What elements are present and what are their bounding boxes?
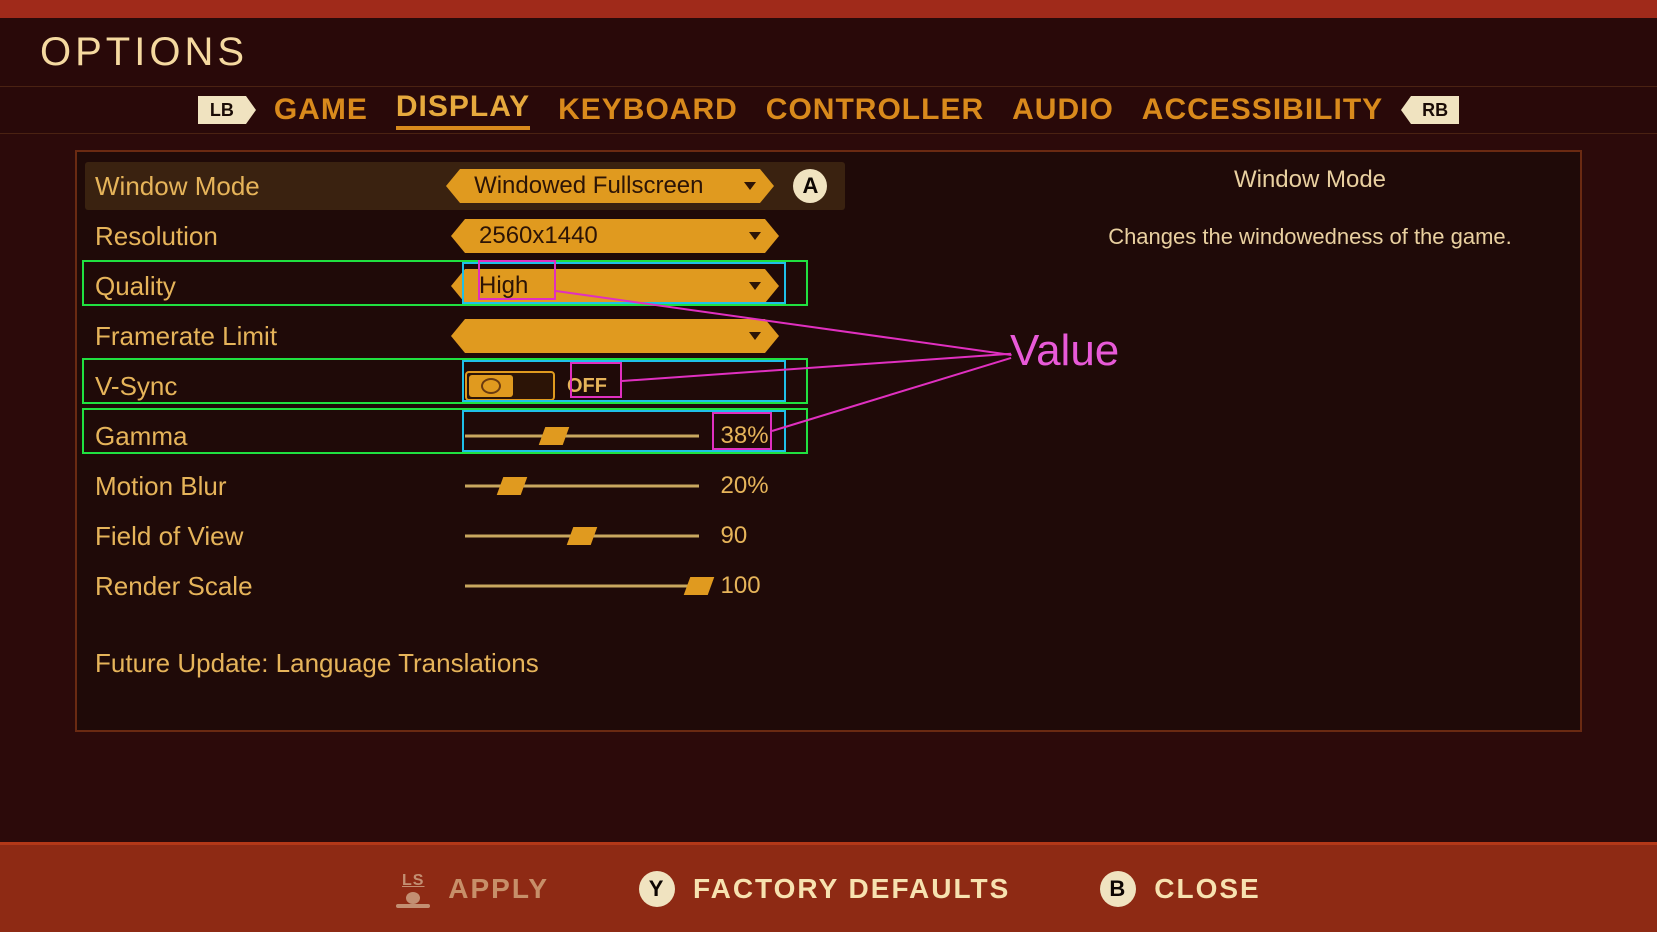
options-panel: Window Mode Windowed Fullscreen A Resolu… xyxy=(75,150,1582,732)
footer-defaults-label: FACTORY DEFAULTS xyxy=(693,873,1010,905)
chevron-down-icon xyxy=(749,282,761,290)
tab-keyboard[interactable]: KEYBOARD xyxy=(558,93,738,127)
tab-bar: LB GAME DISPLAY KEYBOARD CONTROLLER AUDI… xyxy=(0,86,1657,134)
label-motion-blur: Motion Blur xyxy=(95,471,465,502)
row-motion-blur[interactable]: Motion Blur 20% xyxy=(85,462,845,510)
header-bar: OPTIONS xyxy=(0,18,1657,86)
slider-motion-blur[interactable] xyxy=(465,483,699,489)
lb-bumper-icon[interactable]: LB xyxy=(198,96,246,124)
future-update-note: Future Update: Language Translations xyxy=(85,648,845,679)
dropdown-quality[interactable]: High xyxy=(465,269,765,303)
slider-motion-blur-value: 20% xyxy=(721,472,775,500)
slider-gamma[interactable] xyxy=(465,433,699,439)
footer-apply-button[interactable]: LS APPLY xyxy=(396,872,549,906)
footer-defaults-button[interactable]: Y FACTORY DEFAULTS xyxy=(639,871,1010,907)
label-window-mode: Window Mode xyxy=(95,171,460,202)
label-framerate-limit: Framerate Limit xyxy=(95,321,465,352)
label-vsync: V-Sync xyxy=(95,371,465,402)
row-render-scale[interactable]: Render Scale 100 xyxy=(85,562,845,610)
slider-fov[interactable] xyxy=(465,533,699,539)
top-red-strip xyxy=(0,0,1657,18)
dropdown-window-mode-value: Windowed Fullscreen xyxy=(474,172,703,200)
row-framerate-limit[interactable]: Framerate Limit xyxy=(85,312,845,360)
tab-controller[interactable]: CONTROLLER xyxy=(766,93,984,127)
row-gamma[interactable]: Gamma 38% xyxy=(85,412,845,460)
tab-audio[interactable]: AUDIO xyxy=(1012,93,1114,127)
description-title: Window Mode xyxy=(1060,166,1560,194)
label-resolution: Resolution xyxy=(95,221,465,252)
slider-fov-value: 90 xyxy=(721,522,775,550)
a-button-icon: A xyxy=(793,169,827,203)
footer-bar: LS APPLY Y FACTORY DEFAULTS B CLOSE xyxy=(0,842,1657,932)
label-gamma: Gamma xyxy=(95,421,465,452)
label-fov: Field of View xyxy=(95,521,465,552)
row-quality[interactable]: Quality High xyxy=(85,262,845,310)
label-render-scale: Render Scale xyxy=(95,571,465,602)
ls-stick-icon: LS xyxy=(396,872,430,906)
slider-render-scale-value: 100 xyxy=(721,572,775,600)
footer-filler xyxy=(0,732,1657,842)
footer-apply-label: APPLY xyxy=(448,873,549,905)
description-text: Changes the windowedness of the game. xyxy=(1060,224,1560,250)
dropdown-resolution-value: 2560x1440 xyxy=(479,222,598,250)
toggle-vsync-label: OFF xyxy=(567,375,607,398)
toggle-vsync[interactable] xyxy=(465,371,555,401)
y-button-icon: Y xyxy=(639,871,675,907)
slider-render-scale[interactable] xyxy=(465,583,699,589)
slider-gamma-value: 38% xyxy=(721,422,775,450)
row-vsync[interactable]: V-Sync OFF xyxy=(85,362,845,410)
toggle-vsync-knob xyxy=(469,375,513,397)
row-resolution[interactable]: Resolution 2560x1440 xyxy=(85,212,845,260)
row-fov[interactable]: Field of View 90 xyxy=(85,512,845,560)
description-column: Window Mode Changes the windowedness of … xyxy=(1060,166,1560,250)
chevron-down-icon xyxy=(744,182,756,190)
footer-close-button[interactable]: B CLOSE xyxy=(1100,871,1260,907)
b-button-icon: B xyxy=(1100,871,1136,907)
footer-close-label: CLOSE xyxy=(1154,873,1260,905)
chevron-down-icon xyxy=(749,332,761,340)
chevron-down-icon xyxy=(749,232,761,240)
label-quality: Quality xyxy=(95,271,465,302)
rb-bumper-icon[interactable]: RB xyxy=(1411,96,1459,124)
tab-display[interactable]: DISPLAY xyxy=(396,90,530,130)
dropdown-resolution[interactable]: 2560x1440 xyxy=(465,219,765,253)
row-window-mode[interactable]: Window Mode Windowed Fullscreen A xyxy=(85,162,845,210)
dropdown-window-mode[interactable]: Windowed Fullscreen xyxy=(460,169,760,203)
page-title: OPTIONS xyxy=(40,30,248,75)
tab-game[interactable]: GAME xyxy=(274,93,368,127)
settings-column: Window Mode Windowed Fullscreen A Resolu… xyxy=(85,162,845,679)
dropdown-quality-value: High xyxy=(479,272,528,300)
tab-accessibility[interactable]: ACCESSIBILITY xyxy=(1142,93,1383,127)
dropdown-framerate-limit[interactable] xyxy=(465,319,765,353)
